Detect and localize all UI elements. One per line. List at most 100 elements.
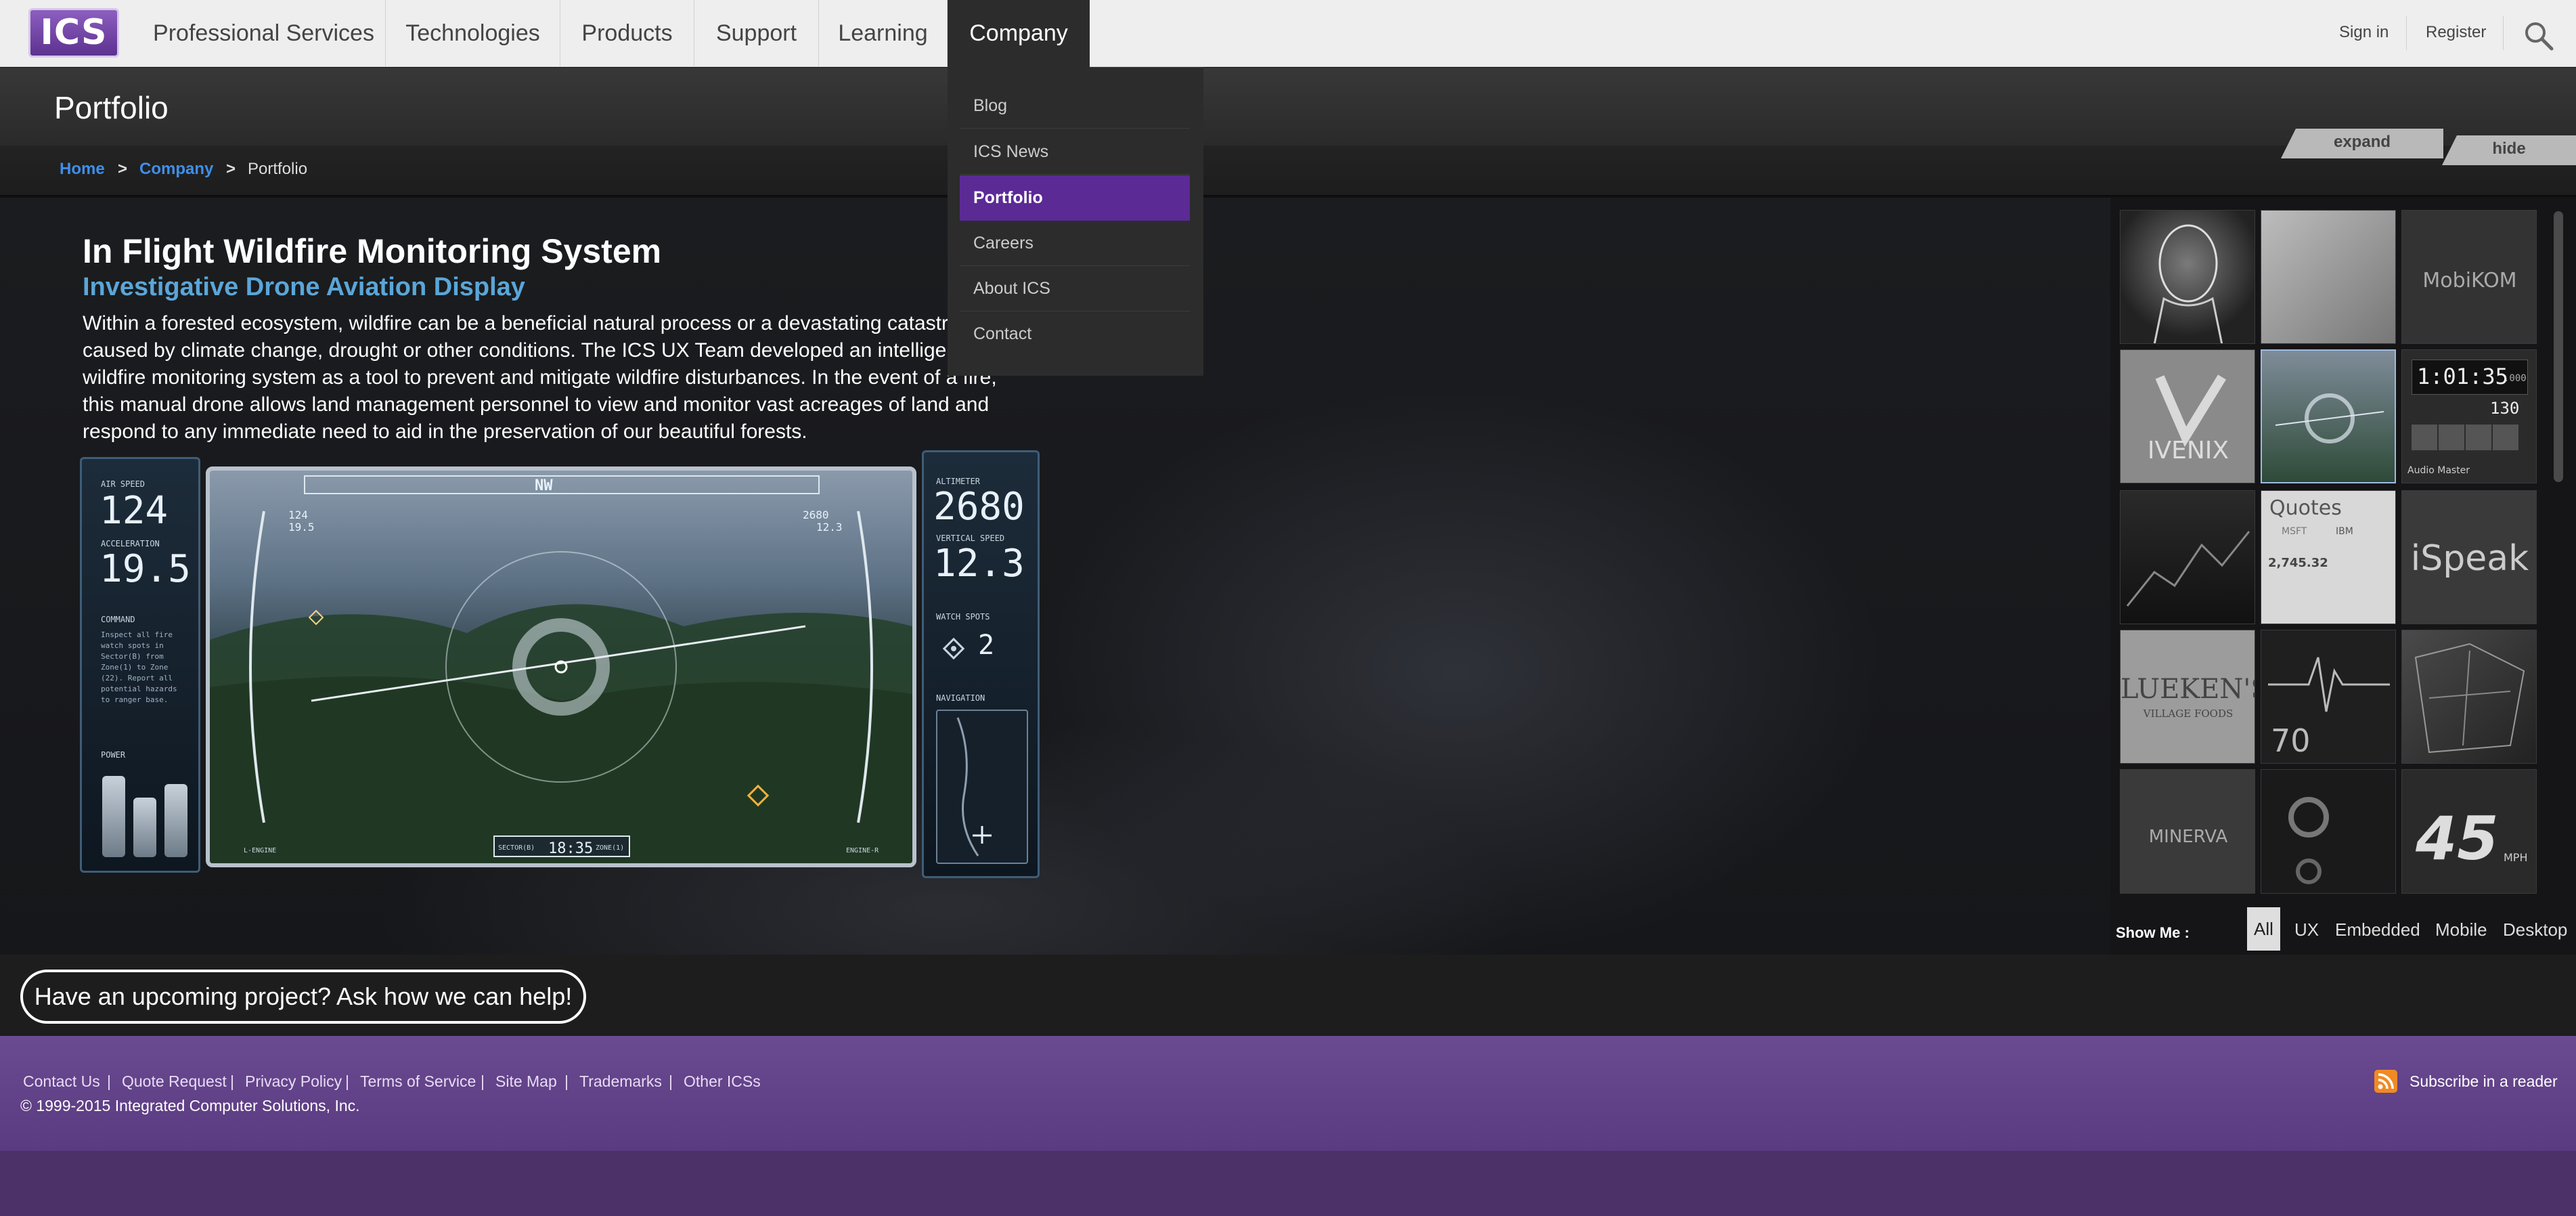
thumb-ivenix[interactable]: IVENIX xyxy=(2120,349,2255,483)
thumb-audio-master[interactable]: 1:01:35 .000 130 Audio Master xyxy=(2401,349,2537,483)
dropdown-item-portfolio[interactable]: Portfolio xyxy=(960,175,1190,221)
search-icon[interactable] xyxy=(2522,19,2554,51)
hud-engine-right: ENGINE-R xyxy=(846,847,879,854)
thumb-wildfire-drone[interactable] xyxy=(2261,349,2396,483)
speed-unit: MPH xyxy=(2504,851,2528,864)
expand-button[interactable]: expand xyxy=(2281,129,2443,158)
watch-spots-label: WATCH SPOTS xyxy=(936,612,990,622)
rss-icon[interactable] xyxy=(2374,1070,2397,1093)
hud-speed-small: 124 xyxy=(288,508,308,521)
navigation-map xyxy=(936,710,1028,864)
hud-heading: NW xyxy=(535,477,553,494)
power-bar xyxy=(102,776,125,857)
thumb-head-scan[interactable] xyxy=(2120,210,2255,344)
project-description: Within a forested ecosystem, wildfire ca… xyxy=(83,312,997,443)
nav-products[interactable]: Products xyxy=(560,0,694,67)
register-link[interactable]: Register xyxy=(2426,0,2486,67)
breadcrumb-separator: > xyxy=(226,160,236,178)
breadcrumb-current: Portfolio xyxy=(248,160,308,178)
map-icon xyxy=(2414,643,2525,754)
transport-controls xyxy=(2412,425,2528,454)
project-inquiry-button[interactable]: Have an upcoming project? Ask how we can… xyxy=(20,970,586,1024)
hud-right-panel: ALTIMETER 2680 VERTICAL SPEED 12.3 WATCH… xyxy=(922,450,1040,878)
footer-link-privacy-policy[interactable]: Privacy Policy xyxy=(245,1072,342,1091)
breadcrumb-separator: > xyxy=(118,160,128,178)
dropdown-item-blog[interactable]: Blog xyxy=(960,83,1190,129)
footer-link-site-map[interactable]: Site Map xyxy=(495,1072,557,1091)
hud-overlay xyxy=(210,475,912,863)
dropdown-item-ics-news[interactable]: ICS News xyxy=(960,129,1190,175)
filter-all[interactable]: All xyxy=(2247,907,2280,951)
nav-technologies[interactable]: Technologies xyxy=(386,0,560,67)
footer-bottom xyxy=(0,1151,2576,1216)
footer-link-quote-request[interactable]: Quote Request xyxy=(122,1072,227,1091)
quote-value: 2,745.32 xyxy=(2268,556,2328,570)
air-speed-value: 124 xyxy=(99,489,169,533)
thumb-terrain-map[interactable] xyxy=(2120,490,2255,624)
ics-logo[interactable]: ICS xyxy=(28,8,119,58)
thumb-minerva[interactable]: MINERVA xyxy=(2120,769,2255,894)
footer-separator: | xyxy=(481,1072,485,1090)
subscribe-link[interactable]: Subscribe in a reader xyxy=(2410,1072,2558,1091)
footer-separator: | xyxy=(107,1072,111,1090)
thumb-luekens[interactable]: LUEKEN'S VILLAGE FOODS xyxy=(2120,630,2255,764)
footer-link-other-icss[interactable]: Other ICSs xyxy=(684,1072,761,1091)
thumb-speedometer[interactable]: 45 MPH xyxy=(2401,769,2537,894)
hud-left-panel: AIR SPEED 124 ACCELERATION 19.5 COMMAND … xyxy=(80,457,200,873)
breadcrumb xyxy=(0,146,2576,196)
footer-separator: | xyxy=(564,1072,569,1090)
thumb-dark-dial[interactable] xyxy=(2261,769,2396,894)
filter-ux[interactable]: UX xyxy=(2294,919,2319,940)
speed-value: 45 xyxy=(2416,804,2499,873)
project-title: In Flight Wildfire Monitoring System xyxy=(83,232,662,270)
dropdown-item-about-ics[interactable]: About ICS xyxy=(960,266,1190,311)
air-speed-label: AIR SPEED xyxy=(101,479,146,489)
breadcrumb-home[interactable]: Home xyxy=(60,160,105,179)
footer-link-trademarks[interactable]: Trademarks xyxy=(579,1072,662,1091)
luekens-subtitle: VILLAGE FOODS xyxy=(2143,708,2234,720)
clock-sub: 130 xyxy=(2490,399,2520,418)
command-label: COMMAND xyxy=(101,615,135,624)
drone-display-image: AIR SPEED 124 ACCELERATION 19.5 COMMAND … xyxy=(80,450,1040,878)
hud-sector: SECTOR(B) xyxy=(498,844,535,852)
title-bar xyxy=(0,68,2576,146)
head-icon xyxy=(2153,224,2223,343)
thumb-ispeak[interactable]: iSpeak xyxy=(2401,490,2537,624)
nav-divider xyxy=(2406,16,2407,50)
breadcrumb-company[interactable]: Company xyxy=(139,160,213,179)
power-bar xyxy=(133,798,156,857)
quotes-title: Quotes xyxy=(2269,496,2342,520)
power-bar xyxy=(164,784,187,857)
sign-in-link[interactable]: Sign in xyxy=(2339,0,2389,67)
thumb-medical-room[interactable] xyxy=(2261,210,2396,344)
hud-altitude-small: 2680 xyxy=(803,508,829,521)
footer-link-terms-of-service[interactable]: Terms of Service xyxy=(360,1072,476,1091)
filter-mobile[interactable]: Mobile xyxy=(2435,919,2487,940)
nav-professional-services[interactable]: Professional Services xyxy=(142,0,386,67)
filter-embedded[interactable]: Embedded xyxy=(2335,919,2420,940)
dropdown-item-contact[interactable]: Contact xyxy=(960,311,1190,357)
thumb-heart-monitor[interactable]: 70 xyxy=(2261,630,2396,764)
dropdown-item-careers[interactable]: Careers xyxy=(960,221,1190,266)
footer-separator: | xyxy=(345,1072,349,1090)
thumb-mobikom[interactable]: MobiKOM xyxy=(2401,210,2537,344)
hud-time: 18:35 xyxy=(548,840,594,857)
filter-desktop[interactable]: Desktop xyxy=(2503,919,2567,940)
ecg-value: 70 xyxy=(2271,722,2311,759)
copyright: © 1999-2015 Integrated Computer Solution… xyxy=(20,1097,360,1114)
hud-vspeed-small: 12.3 xyxy=(816,521,843,534)
quote-tab-msft: MSFT xyxy=(2282,526,2307,537)
thumbnail-scrollbar[interactable] xyxy=(2554,211,2563,482)
vertical-speed-value: 12.3 xyxy=(933,542,1025,586)
nav-company[interactable]: Company xyxy=(948,0,1090,67)
thumb-map-view[interactable] xyxy=(2401,630,2537,764)
hud-accel-small: 19.5 xyxy=(288,521,315,534)
drone-hud-icon xyxy=(2275,393,2384,443)
quote-tab-ibm: IBM xyxy=(2336,526,2353,537)
footer-link-contact-us[interactable]: Contact Us xyxy=(23,1072,100,1091)
nav-learning[interactable]: Learning xyxy=(819,0,948,67)
nav-support[interactable]: Support xyxy=(694,0,819,67)
show-me-label: Show Me : xyxy=(2116,924,2190,941)
hide-button[interactable]: hide xyxy=(2442,135,2576,165)
thumb-stock-quotes[interactable]: Quotes MSFT IBM 2,745.32 xyxy=(2261,490,2396,624)
